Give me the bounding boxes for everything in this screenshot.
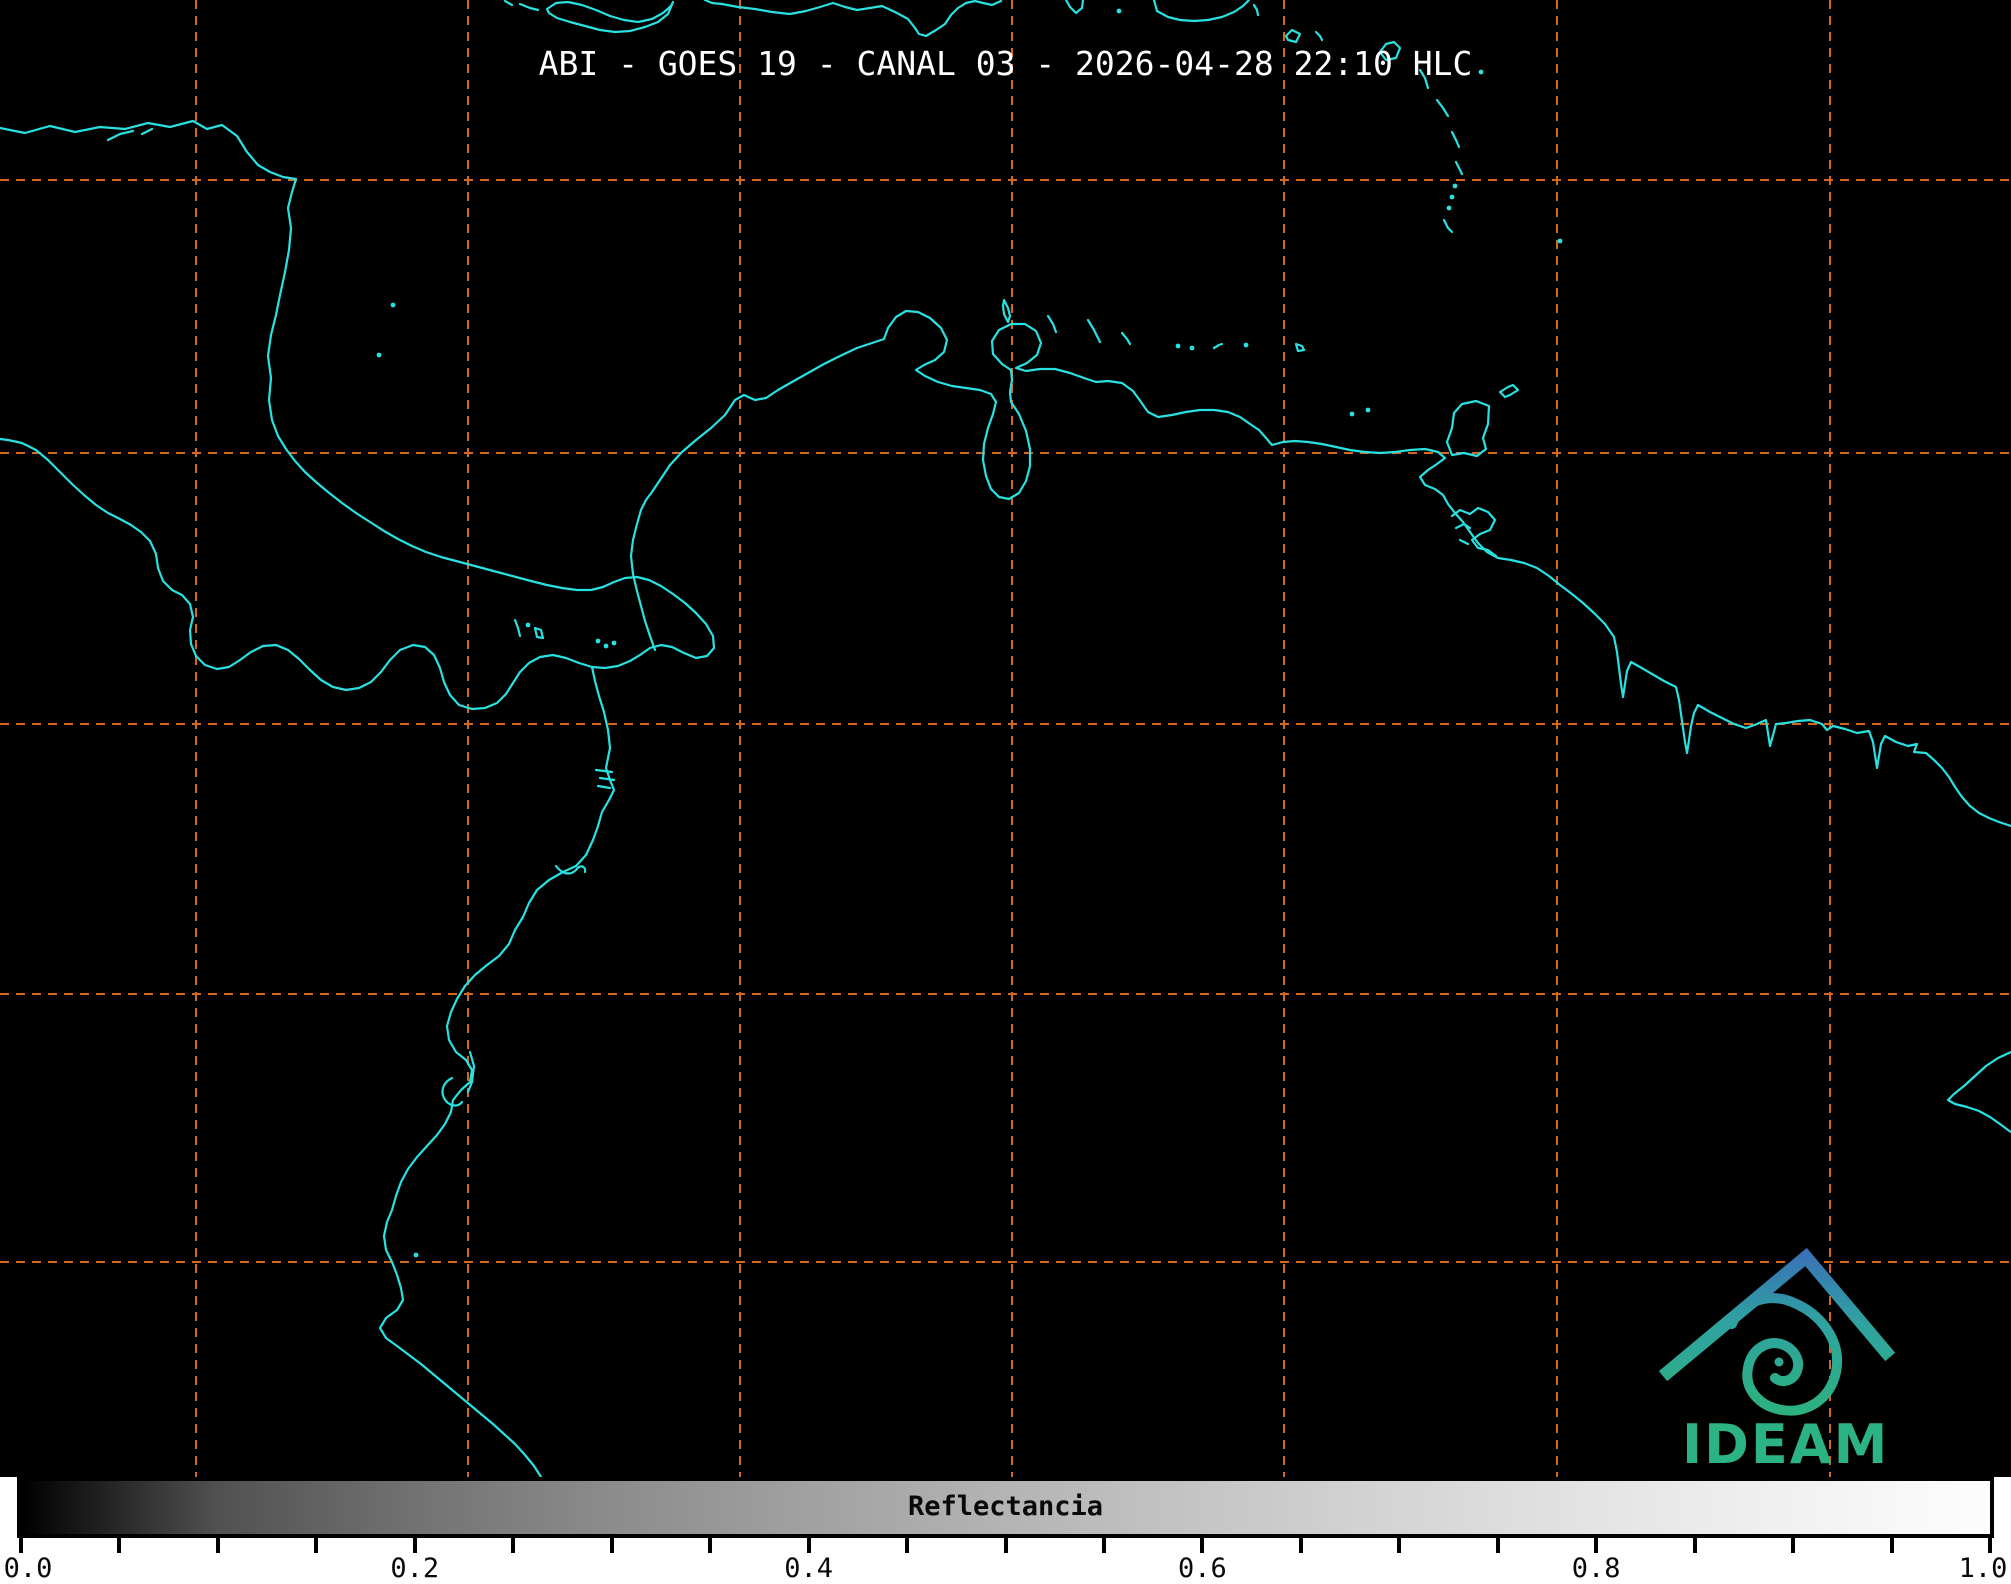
coastline-paraguana-islet (1003, 300, 1010, 322)
coastline-orinoco-delta (1452, 508, 1496, 556)
coastline-brazil-ne-fragment (1948, 1052, 2011, 1132)
colorbar-tick (807, 1538, 811, 1553)
coastlines (0, 0, 2011, 1477)
colorbar-tick-label: 0.8 (1556, 1553, 1636, 1584)
ideam-logo (1668, 1257, 1886, 1411)
island-dot (1350, 412, 1355, 417)
map-canvas (0, 0, 2011, 1477)
colorbar-tick-label: 0.0 (0, 1553, 68, 1584)
image-title: ABI - GOES 19 - CANAL 03 - 2026-04-28 22… (0, 44, 2011, 83)
colorbar-tick (708, 1538, 712, 1553)
island-dot (377, 353, 382, 358)
colorbar-zone: Reflectancia 0.00.20.40.60.81.0 (0, 1477, 2011, 1577)
coastline-tobago (1500, 385, 1518, 397)
colorbar-tick (905, 1538, 909, 1553)
colorbar-label: Reflectancia (17, 1491, 1994, 1522)
colorbar-tick (1890, 1538, 1894, 1553)
island-dot (1450, 195, 1455, 200)
colorbar-tick (610, 1538, 614, 1553)
colorbar-tick (19, 1538, 23, 1553)
island-dot (1244, 343, 1249, 348)
colorbar-tick (1102, 1538, 1106, 1553)
coastline-central-america-mainland (0, 121, 714, 709)
island-dot (1447, 206, 1452, 211)
colorbar-tick (1200, 1538, 1204, 1553)
coastline-caribbean-venezuela-guiana-coast (631, 311, 2011, 826)
colorbar-tick (413, 1538, 417, 1553)
graticule-grid (0, 0, 2011, 1477)
island-dot (596, 639, 601, 644)
coastline-hispaniola-south-claw (705, 0, 1001, 36)
colorbar-tick (1693, 1538, 1697, 1553)
island-dot (1190, 346, 1195, 351)
colorbar-tick (1594, 1538, 1598, 1553)
coastline-hispaniola-fragment (1066, 0, 1083, 13)
colorbar-tick (511, 1538, 515, 1553)
logo-spiral-eye (1775, 1358, 1784, 1367)
island-dot (1558, 239, 1563, 244)
coastline-pacific-coast-colombia-ecuador (380, 667, 614, 1477)
colorbar-tick (1299, 1538, 1303, 1553)
satellite-map: ABI - GOES 19 - CANAL 03 - 2026-04-28 22… (0, 0, 2011, 1477)
island-dot (612, 641, 617, 646)
coastline-puerto-rico-islets (1286, 30, 1322, 42)
colorbar-tick (117, 1538, 121, 1553)
coastline-guayaquil-estuary (442, 1052, 474, 1105)
colorbar-tick-label: 0.6 (1162, 1553, 1242, 1584)
ideam-logo-text: IDEAM (1682, 1418, 1882, 1472)
island-dot (414, 1253, 419, 1258)
colorbar-tick (216, 1538, 220, 1553)
colorbar-tick (1004, 1538, 1008, 1553)
island-dot (391, 303, 396, 308)
logo-hurricane-spiral-icon (1732, 1298, 1837, 1411)
island-dot (604, 644, 609, 649)
island-dot (1366, 408, 1371, 413)
coastline-coiba-islands (515, 620, 543, 638)
logo-mountain-icon (1668, 1257, 1886, 1372)
coastline-dominican-south-coast (1154, 0, 1258, 21)
island-dot (1117, 9, 1122, 14)
colorbar-tick-label: 1.0 (1943, 1553, 2011, 1584)
colorbar-tick (1791, 1538, 1795, 1553)
colorbar-tick-label: 0.2 (375, 1553, 455, 1584)
island-dot (1453, 184, 1458, 189)
island-dot (526, 623, 531, 628)
colorbar-tick (1496, 1538, 1500, 1553)
coastline-jamaica (505, 1, 673, 32)
colorbar-tick (1988, 1538, 1992, 1553)
coastline-miskito-cays (108, 129, 152, 140)
colorbar-tick (1397, 1538, 1401, 1553)
coastline-trinidad (1447, 401, 1489, 456)
colorbar-frame: Reflectancia (17, 1477, 1994, 1538)
colorbar-tick-label: 0.4 (769, 1553, 849, 1584)
colorbar-tick (314, 1538, 318, 1553)
island-dot (1176, 344, 1181, 349)
